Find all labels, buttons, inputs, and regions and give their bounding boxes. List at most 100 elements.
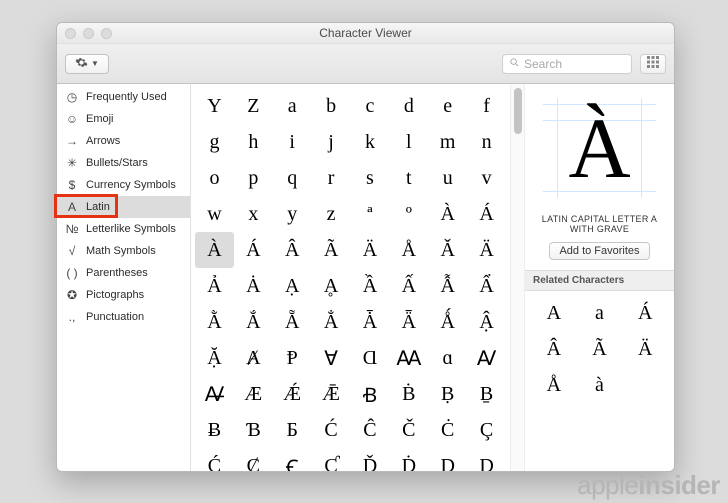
character-cell[interactable]: Ƈ — [312, 448, 351, 471]
related-character-cell[interactable]: A — [531, 295, 577, 331]
character-cell[interactable]: Ĉ — [351, 412, 390, 448]
character-cell[interactable]: Ȼ — [234, 448, 273, 471]
grid-scrollbar[interactable] — [510, 84, 524, 471]
sidebar-item-arrows[interactable]: →Arrows — [57, 130, 190, 152]
character-cell[interactable]: Ɑ — [351, 340, 390, 376]
character-cell[interactable]: p — [234, 160, 273, 196]
character-cell[interactable]: t — [389, 160, 428, 196]
character-cell[interactable]: h — [234, 124, 273, 160]
character-cell[interactable]: i — [273, 124, 312, 160]
character-cell[interactable]: Z — [234, 88, 273, 124]
add-to-favorites-button[interactable]: Add to Favorites — [549, 242, 649, 260]
character-cell[interactable]: Ẫ — [428, 268, 467, 304]
character-cell[interactable]: z — [312, 196, 351, 232]
character-cell[interactable]: Ậ — [467, 304, 506, 340]
character-cell[interactable]: Æ — [234, 376, 273, 412]
character-cell[interactable]: À — [428, 196, 467, 232]
character-cell[interactable]: À — [195, 232, 234, 268]
character-cell[interactable]: Ḃ — [389, 376, 428, 412]
character-cell[interactable]: Ƀ — [195, 412, 234, 448]
related-character-cell[interactable]: a — [577, 295, 623, 331]
character-cell[interactable]: Ằ — [195, 304, 234, 340]
character-cell[interactable]: l — [389, 124, 428, 160]
character-cell[interactable]: Ḁ — [312, 268, 351, 304]
character-cell[interactable]: Ä — [467, 232, 506, 268]
character-cell[interactable]: º — [389, 196, 428, 232]
character-cell[interactable]: q — [273, 160, 312, 196]
related-character-cell[interactable]: Á — [622, 295, 668, 331]
related-character-cell[interactable]: Ã — [577, 331, 623, 367]
character-cell[interactable]: n — [467, 124, 506, 160]
related-character-cell[interactable]: Å — [531, 367, 577, 403]
character-cell[interactable]: Ḅ — [428, 376, 467, 412]
character-cell[interactable]: Ḍ — [467, 448, 506, 471]
character-cell[interactable]: Ǎ — [428, 232, 467, 268]
character-cell[interactable]: Ḉ — [195, 448, 234, 471]
character-cell[interactable]: Ꜻ — [195, 376, 234, 412]
character-cell[interactable]: Â — [273, 232, 312, 268]
character-cell[interactable]: s — [351, 160, 390, 196]
sidebar-item-parentheses[interactable]: ( )Parentheses — [57, 262, 190, 284]
character-cell[interactable]: m — [428, 124, 467, 160]
character-cell[interactable]: Ẵ — [273, 304, 312, 340]
character-cell[interactable]: g — [195, 124, 234, 160]
character-cell[interactable]: Ầ — [351, 268, 390, 304]
character-cell[interactable]: x — [234, 196, 273, 232]
character-cell[interactable]: Ƃ — [273, 412, 312, 448]
character-cell[interactable]: f — [467, 88, 506, 124]
character-cell[interactable]: Ɓ — [234, 412, 273, 448]
character-cell[interactable]: Ẩ — [467, 268, 506, 304]
character-cell[interactable]: Ẳ — [312, 304, 351, 340]
sidebar-item-letterlike-symbols[interactable]: №Letterlike Symbols — [57, 218, 190, 240]
related-character-cell[interactable]: Â — [531, 331, 577, 367]
character-cell[interactable]: c — [351, 88, 390, 124]
related-character-cell[interactable]: à — [577, 367, 623, 403]
sidebar-item-latin[interactable]: ALatin — [57, 196, 190, 218]
character-cell[interactable]: Ꞗ — [351, 376, 390, 412]
character-cell[interactable]: w — [195, 196, 234, 232]
character-cell[interactable]: Ꞓ — [273, 448, 312, 471]
character-cell[interactable]: Ć — [312, 412, 351, 448]
character-cell[interactable]: Ď — [351, 448, 390, 471]
character-cell[interactable]: Ǟ — [389, 304, 428, 340]
character-cell[interactable]: Ḋ — [389, 448, 428, 471]
sidebar-item-emoji[interactable]: ☺Emoji — [57, 108, 190, 130]
character-cell[interactable]: a — [273, 88, 312, 124]
character-cell[interactable]: Ɐ — [312, 340, 351, 376]
sidebar-item-frequently-used[interactable]: ◷Frequently Used — [57, 86, 190, 108]
character-cell[interactable]: Ã — [312, 232, 351, 268]
scrollbar-thumb[interactable] — [514, 88, 522, 134]
character-cell[interactable]: Ặ — [195, 340, 234, 376]
character-cell[interactable]: Ǻ — [428, 304, 467, 340]
character-cell[interactable]: Ǡ — [351, 304, 390, 340]
search-input[interactable]: Search — [502, 54, 632, 74]
character-cell[interactable]: Ạ — [273, 268, 312, 304]
character-cell[interactable]: Ç — [467, 412, 506, 448]
character-cell[interactable]: Ᵽ — [273, 340, 312, 376]
related-character-cell[interactable]: Ä — [622, 331, 668, 367]
character-cell[interactable]: Č — [389, 412, 428, 448]
character-cell[interactable]: Ȧ — [234, 268, 273, 304]
action-menu-button[interactable]: ▼ — [65, 54, 109, 74]
character-cell[interactable]: o — [195, 160, 234, 196]
character-cell[interactable]: Ắ — [234, 304, 273, 340]
character-cell[interactable]: Ḇ — [467, 376, 506, 412]
character-cell[interactable]: ɑ — [428, 340, 467, 376]
sidebar-item-pictographs[interactable]: ✪Pictographs — [57, 284, 190, 306]
character-cell[interactable]: Ǣ — [312, 376, 351, 412]
sidebar-item-math-symbols[interactable]: √Math Symbols — [57, 240, 190, 262]
character-cell[interactable]: Ả — [195, 268, 234, 304]
character-cell[interactable]: Ấ — [389, 268, 428, 304]
character-cell[interactable]: Á — [467, 196, 506, 232]
character-cell[interactable]: ª — [351, 196, 390, 232]
character-cell[interactable]: Ḑ — [428, 448, 467, 471]
character-cell[interactable]: v — [467, 160, 506, 196]
sidebar-item-punctuation[interactable]: .,Punctuation — [57, 306, 190, 328]
character-cell[interactable]: b — [312, 88, 351, 124]
character-cell[interactable]: y — [273, 196, 312, 232]
character-cell[interactable]: u — [428, 160, 467, 196]
character-cell[interactable]: Ꜹ — [467, 340, 506, 376]
grid-view-toggle-button[interactable] — [640, 54, 666, 74]
character-cell[interactable]: d — [389, 88, 428, 124]
character-cell[interactable]: Á — [234, 232, 273, 268]
